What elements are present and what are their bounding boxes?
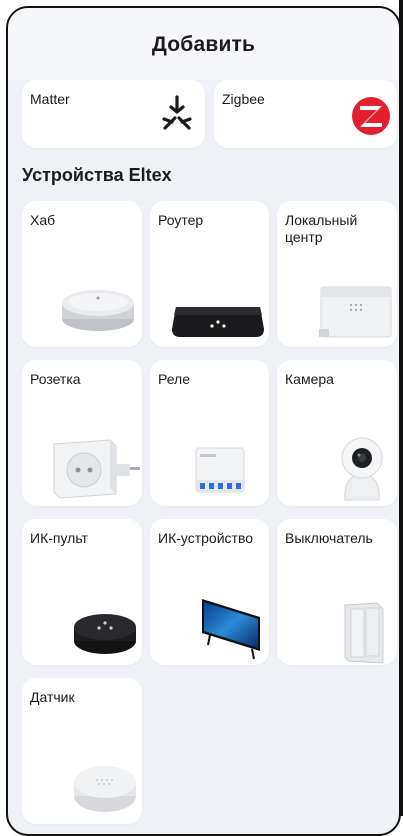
- device-card-hub[interactable]: Хаб: [22, 201, 142, 347]
- matter-icon: [162, 95, 192, 130]
- switch-image: [344, 602, 384, 664]
- device-label: Камера: [285, 371, 334, 387]
- camera-image: [341, 437, 383, 501]
- device-card-router[interactable]: Роутер: [150, 201, 269, 347]
- top-bar: Добавить: [8, 8, 399, 80]
- page-title: Добавить: [151, 33, 256, 56]
- device-card-camera[interactable]: Камера: [277, 360, 397, 506]
- device-card-socket[interactable]: Розетка: [22, 360, 142, 506]
- ir-remote-image: [74, 614, 136, 654]
- zigbee-icon: [352, 97, 390, 135]
- device-card-ir-remote[interactable]: ИК-пульт: [22, 519, 142, 665]
- hub-image: [62, 290, 134, 331]
- sensor-image: [74, 766, 136, 812]
- device-label: Хаб: [30, 212, 56, 228]
- device-label: Розетка: [30, 371, 81, 387]
- phone-frame: Добавить Matter Zigbee Устройства Eltex …: [6, 6, 401, 836]
- device-label: Реле: [158, 371, 190, 387]
- screen-edge: [399, 0, 403, 816]
- device-label: Датчик: [30, 689, 75, 705]
- ir-device-image: [202, 599, 260, 660]
- device-card-switch[interactable]: Выключатель: [277, 519, 397, 665]
- device-label: Роутер: [158, 212, 204, 228]
- device-label: ИК-устройство: [158, 530, 254, 546]
- device-card-ir-device[interactable]: ИК-устройство: [150, 519, 269, 665]
- section-title: Устройства Eltex: [22, 165, 172, 185]
- device-card-local-center[interactable]: Локальный центр: [277, 201, 397, 347]
- router-image: [172, 307, 264, 337]
- device-card-sensor[interactable]: Датчик: [22, 678, 142, 824]
- device-label: Выключатель: [285, 530, 373, 546]
- local-center-image: [319, 286, 392, 338]
- protocol-card-zigbee[interactable]: Zigbee: [214, 80, 397, 148]
- device-label: ИК-пульт: [30, 530, 88, 546]
- device-label: Локальный центр: [285, 212, 358, 245]
- device-card-relay[interactable]: Реле: [150, 360, 269, 506]
- socket-image: [53, 439, 140, 499]
- protocol-card-matter[interactable]: Matter: [22, 80, 205, 148]
- relay-image: [195, 447, 245, 493]
